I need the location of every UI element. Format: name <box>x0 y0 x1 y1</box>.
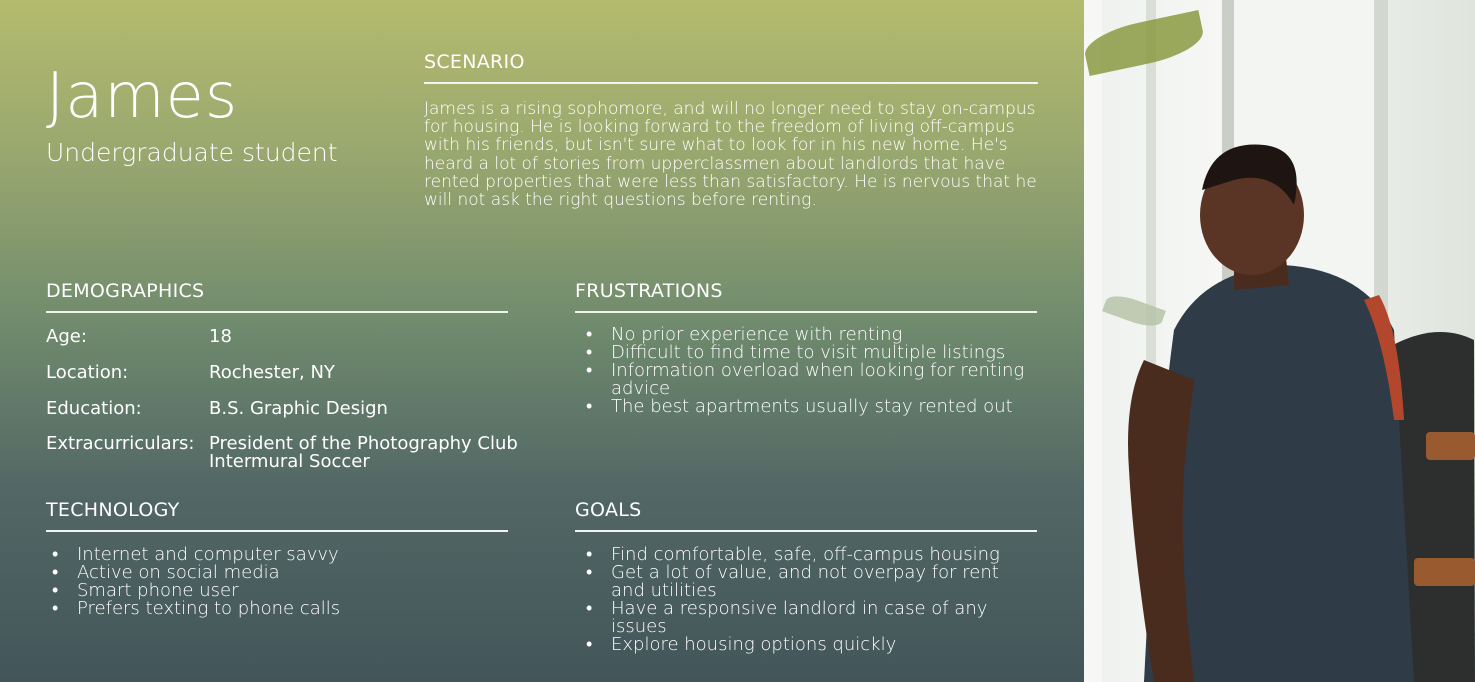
list-item: • Have a responsive landlord in case of a… <box>586 598 988 637</box>
bullet-icon: • <box>586 562 593 583</box>
demographics-value: Intermural Soccer <box>209 451 370 472</box>
demographics-label: Education: <box>46 398 142 419</box>
list-item: • Get a lot of value, and not overpay for… <box>586 562 999 601</box>
demographics-value: Rochester, NY <box>209 362 335 383</box>
frustrations-divider <box>575 311 1037 313</box>
demographics-value: 18 <box>209 326 232 347</box>
demographics-heading: DEMOGRAPHICS <box>46 280 205 302</box>
persona-name: James <box>46 59 239 132</box>
demographics-divider <box>46 311 508 313</box>
demographics-label: Age: <box>46 326 87 347</box>
goals-divider <box>575 530 1037 532</box>
goals-list: • Find comfortable, safe, off-campus hous… <box>575 546 1035 654</box>
bullet-icon: • <box>586 634 593 655</box>
student-illustration <box>1128 144 1475 682</box>
technology-heading: TECHNOLOGY <box>46 499 180 521</box>
list-item: • Explore housing options quickly <box>586 634 897 655</box>
frustrations-list: • No prior experience with renting • Diffi… <box>575 326 1035 416</box>
demographics-value: B.S. Graphic Design <box>209 398 388 419</box>
demographics-label: Location: <box>46 362 129 383</box>
scenario-divider <box>424 82 1038 84</box>
goals-heading: GOALS <box>575 499 642 521</box>
scenario-text: James is a rising sophomore, and will no… <box>424 99 1037 211</box>
persona-panel: James Undergraduate student SCENARIO Jam… <box>0 0 1084 682</box>
frustrations-heading: FRUSTRATIONS <box>575 280 723 302</box>
bullet-icon: • <box>586 360 593 381</box>
technology-divider <box>46 530 508 532</box>
technology-list: • Internet and computer savvy • Active on … <box>41 546 481 618</box>
bullet-icon: • <box>586 598 593 619</box>
scenario-heading: SCENARIO <box>424 51 525 73</box>
bullet-icon: • <box>586 396 593 417</box>
list-item: • Prefers texting to phone calls <box>52 598 341 619</box>
list-item: • Information overload when looking for r… <box>586 360 1025 399</box>
list-item: • The best apartments usually stay rented… <box>586 396 1013 417</box>
persona-photo <box>1084 0 1475 682</box>
demographics-label: Extracurriculars: <box>46 433 195 454</box>
bullet-icon: • <box>52 598 59 619</box>
persona-role: Undergraduate student <box>46 138 338 167</box>
